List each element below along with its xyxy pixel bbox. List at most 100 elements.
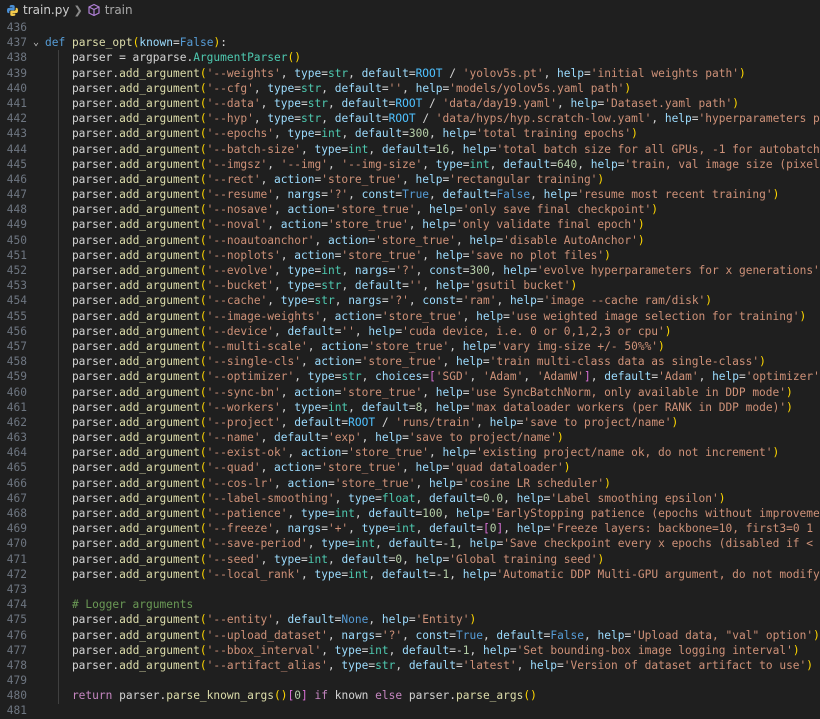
code-token: '--img' (280, 157, 328, 171)
code-editor[interactable]: 436 437 ⌄ def parse_opt(known=False): 438 pa… (0, 20, 820, 719)
code-line[interactable]: 466 parser.add_argument('--cos-lr', acti… (0, 476, 820, 491)
code-line[interactable]: 469 parser.add_argument('--freeze', narg… (0, 521, 820, 536)
code-line[interactable]: 436 (0, 20, 820, 35)
code-line[interactable]: 462 parser.add_argument('--project', def… (0, 415, 820, 430)
code-line[interactable]: 450 parser.add_argument('--noautoanchor'… (0, 233, 820, 248)
code-token: [ (429, 370, 436, 384)
code-line[interactable]: 447 parser.add_argument('--resume', narg… (0, 187, 820, 202)
code-token: parser. (45, 522, 120, 536)
code-token: , (300, 142, 315, 156)
code-line[interactable]: 473 (0, 582, 820, 597)
code-token: help (381, 613, 409, 627)
code-token: ROOT (395, 96, 423, 110)
code-token: 'Global training seed' (449, 552, 598, 566)
code-line[interactable]: 464 parser.add_argument('--exist-ok', ac… (0, 445, 820, 460)
code-line[interactable]: 480 return parser.parse_known_args()[0] … (0, 688, 820, 703)
line-text: parser.add_argument('--data', type=str, … (45, 96, 739, 111)
code-line[interactable]: 468 parser.add_argument('--patience', ty… (0, 506, 820, 521)
code-token: , (274, 203, 288, 217)
code-token: int (368, 643, 389, 657)
code-token: help (462, 567, 490, 581)
code-line[interactable]: 465 parser.add_argument('--quad', action… (0, 460, 820, 475)
code-token: '--bucket' (206, 279, 275, 293)
code-line[interactable]: 446 parser.add_argument('--rect', action… (0, 172, 820, 187)
code-token: parser. (45, 446, 120, 460)
code-line[interactable]: 459 parser.add_argument('--optimizer', t… (0, 369, 820, 384)
code-line[interactable]: 438 parser = argparse.ArgumentParser() (0, 50, 820, 65)
code-token: = (321, 431, 328, 445)
code-line[interactable]: 443 parser.add_argument('--epochs', type… (0, 126, 820, 141)
code-token: True (402, 188, 430, 202)
code-token: , (415, 264, 430, 277)
code-token: 'only save final checkpoint' (462, 203, 652, 217)
code-token: known (328, 689, 376, 703)
code-line[interactable]: 439 parser.add_argument('--weights', typ… (0, 66, 820, 81)
line-text: parser.add_argument('--exist-ok', action… (45, 445, 779, 460)
code-line[interactable]: 479 (0, 673, 820, 688)
line-text: parser.add_argument('--patience', type=i… (45, 506, 820, 521)
code-line[interactable]: 461 parser.add_argument('--workers', typ… (0, 400, 820, 415)
code-token: 'evolve hyperparameters for x generation… (536, 264, 820, 277)
code-line[interactable]: 448 parser.add_argument('--nosave', acti… (0, 202, 820, 217)
code-token: = (449, 218, 456, 232)
fold-chevron-icon[interactable]: ⌄ (27, 35, 45, 50)
code-line[interactable]: 474 # Logger arguments (0, 597, 820, 612)
code-line[interactable]: 451 parser.add_argument('--noplots', act… (0, 248, 820, 263)
code-token: '--image-weights' (206, 309, 322, 323)
code-line[interactable]: 456 parser.add_argument('--device', defa… (0, 324, 820, 339)
code-token: , (368, 142, 382, 156)
code-line[interactable]: 453 parser.add_argument('--bucket', type… (0, 278, 820, 293)
code-line[interactable]: 471 parser.add_argument('--seed', type=i… (0, 552, 820, 567)
code-token: ) (597, 552, 605, 566)
code-token: add_argument (119, 96, 200, 110)
breadcrumb-symbol[interactable]: train (105, 3, 133, 17)
code-token: 640 (557, 157, 578, 171)
code-line[interactable]: 452 parser.add_argument('--evolve', type… (0, 263, 820, 278)
code-token: help (429, 476, 456, 490)
code-line[interactable]: 470 parser.add_argument('--save-period',… (0, 536, 820, 551)
code-line[interactable]: 467 parser.add_argument('--label-smoothi… (0, 491, 820, 506)
gutter (27, 415, 45, 430)
code-token: parser. (45, 294, 120, 308)
code-token: 'save no plot files' (469, 248, 605, 262)
line-text: parser.add_argument('--weights', type=st… (45, 66, 746, 81)
code-token: parser. (45, 431, 120, 445)
code-token: '' (408, 279, 423, 293)
code-line[interactable]: 444 parser.add_argument('--batch-size', … (0, 142, 820, 157)
line-number: 469 (6, 522, 27, 536)
code-token: , (402, 172, 416, 186)
code-token: nargs (354, 264, 389, 277)
code-token: ( (199, 127, 207, 141)
line-text: parser.add_argument('--label-smoothing',… (45, 491, 726, 506)
line-text: parser.add_argument('--image-weights', a… (45, 309, 806, 324)
breadcrumb-file[interactable]: train.py (23, 3, 69, 17)
gutter (27, 536, 45, 551)
code-line[interactable]: 455 parser.add_argument('--image-weights… (0, 309, 820, 324)
code-line[interactable]: 440 parser.add_argument('--cfg', type=st… (0, 81, 820, 96)
code-line[interactable]: 458 parser.add_argument('--single-cls', … (0, 354, 820, 369)
code-token: parser. (45, 127, 120, 141)
code-line[interactable]: 449 parser.add_argument('--noval', actio… (0, 217, 820, 232)
code-token: 'quad dataloader' (449, 461, 564, 475)
code-line[interactable]: 472 parser.add_argument('--local_rank', … (0, 567, 820, 582)
code-line[interactable]: 475 parser.add_argument('--entity', defa… (0, 612, 820, 627)
code-token: , (402, 628, 416, 642)
code-line[interactable]: 481 (0, 703, 820, 718)
code-line[interactable]: 477 parser.add_argument('--bbox_interval… (0, 643, 820, 658)
code-line[interactable]: 460 parser.add_argument('--sync-bn', act… (0, 385, 820, 400)
code-line[interactable]: 478 parser.add_argument('--artifact_alia… (0, 658, 820, 673)
code-token: '--entity' (206, 613, 275, 627)
code-line[interactable]: 445 parser.add_argument('--imgsz', '--im… (0, 157, 820, 172)
code-line[interactable]: 463 parser.add_argument('--name', defaul… (0, 430, 820, 445)
code-token: ( (199, 233, 207, 247)
line-text: parser.add_argument('--cache', type = str,… (45, 293, 712, 308)
code-token: help (435, 400, 463, 414)
code-line[interactable]: 441 parser.add_argument('--data', type=s… (0, 96, 820, 111)
code-line[interactable]: 454 parser.add_argument('--cache', type =… (0, 293, 820, 308)
code-token: ) (792, 643, 800, 657)
code-token: = (691, 112, 699, 126)
code-line[interactable]: 442 parser.add_argument('--hyp', type=st… (0, 111, 820, 126)
code-line[interactable]: 457 parser.add_argument('--multi-scale',… (0, 339, 820, 354)
code-line[interactable]: 476 parser.add_argument('--upload_datase… (0, 628, 820, 643)
code-line[interactable]: 437 ⌄ def parse_opt(known=False): (0, 35, 820, 50)
